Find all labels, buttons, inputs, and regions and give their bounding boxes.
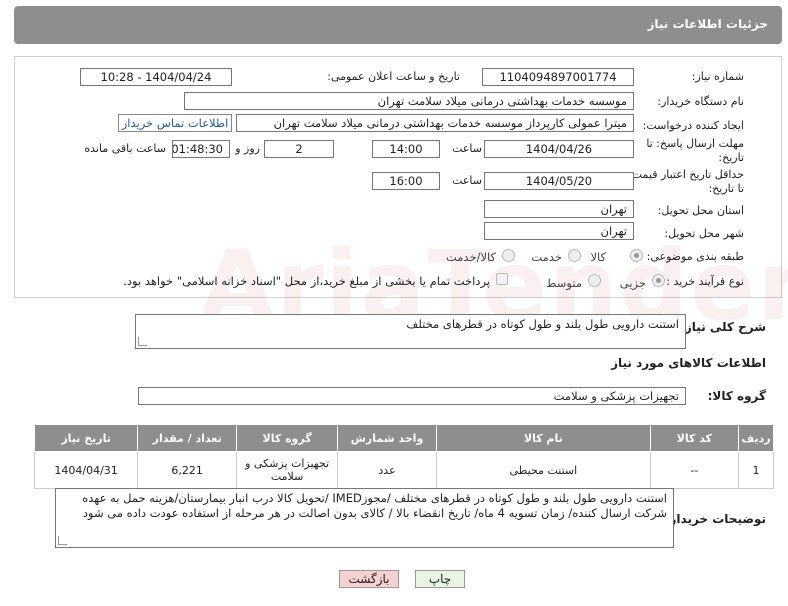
- city-field: تهران: [484, 222, 634, 240]
- cell-unit: عدد: [337, 451, 437, 489]
- price-validity-label: حداقل تاریخ اعتبار قیمت:: [628, 168, 744, 181]
- category-radio-both[interactable]: [502, 249, 515, 262]
- buyer-org-label: نام دستگاه خریدار:: [657, 95, 744, 108]
- goods-group-label: گروه کالا:: [707, 389, 766, 403]
- table-header-row: ردیف کد کالا نام کالا واحد شمارش گروه کا…: [33, 424, 775, 452]
- buyer-org-field: موسسه خدمات بهداشتی درمانی میلاد سلامت ت…: [184, 92, 634, 110]
- reply-deadline-label-date: تاریخ:: [718, 151, 744, 164]
- days-label: روز و: [235, 142, 260, 155]
- reply-time-label: ساعت: [452, 142, 482, 155]
- back-button[interactable]: بازگشت: [339, 570, 399, 588]
- buyer-notes-text: استنت دارویی طول بلند و طول کوتاه در قطر…: [82, 491, 667, 520]
- buyer-notes-field: استنت دارویی طول بلند و طول کوتاه در قطر…: [55, 488, 674, 548]
- requester-field: میترا عمولی کارپرداز موسسه خدمات بهداشتی…: [236, 114, 634, 132]
- treasury-checkbox[interactable]: [496, 273, 508, 285]
- col-header-group: گروه کالا: [236, 424, 339, 452]
- category-option-goods: کالا: [590, 250, 606, 264]
- treasury-note: پرداخت تمام یا بخشی از مبلغ خرید،از محل …: [123, 274, 490, 288]
- province-label: استان محل تحویل:: [657, 204, 744, 217]
- process-option-medium: متوسط: [545, 276, 582, 290]
- validity-time-field: 16:00: [372, 172, 440, 190]
- city-label: شهر محل تحویل:: [664, 227, 744, 240]
- process-radio-minor[interactable]: [652, 274, 665, 287]
- summary-text: استنت دارویی طول بلند و طول کوتاه در قطر…: [406, 317, 679, 331]
- remaining-time-field: 01:48:30: [172, 140, 230, 158]
- resize-handle[interactable]: [138, 337, 147, 346]
- process-label: نوع فرآیند خرید :: [666, 275, 744, 288]
- summary-label: شرح کلی نیاز:: [680, 320, 766, 334]
- page-title: جزئیات اطلاعات نیاز: [647, 17, 768, 31]
- cell-code: --: [649, 451, 739, 489]
- summary-field: استنت دارویی طول بلند و طول کوتاه در قطر…: [135, 314, 686, 349]
- buyer-notes-label: توضیحات خریدار:: [664, 512, 766, 526]
- need-number-label: شماره نیاز:: [691, 70, 744, 83]
- category-option-both: کالا/خدمت: [445, 250, 496, 264]
- province-field: تهران: [484, 200, 634, 218]
- col-header-name: نام کالا: [435, 424, 651, 452]
- validity-time-label: ساعت: [452, 174, 482, 187]
- items-table: ردیف کد کالا نام کالا واحد شمارش گروه کا…: [33, 424, 775, 489]
- col-header-code: کد کالا: [649, 424, 739, 452]
- process-option-minor: جزیی: [619, 276, 646, 290]
- category-radio-goods[interactable]: [630, 249, 643, 262]
- reply-deadline-label: مهلت ارسال پاسخ: تا: [646, 137, 744, 150]
- reply-time-field: 14:00: [372, 140, 440, 158]
- buyer-contact-link[interactable]: اطلاعات تماس خریدار: [118, 114, 232, 132]
- category-option-service: خدمت: [531, 250, 562, 264]
- requester-label: ایجاد کننده درخواست:: [642, 119, 744, 132]
- cell-row: 1: [737, 451, 775, 489]
- remaining-label: ساعت باقی مانده: [84, 142, 166, 155]
- goods-section-title: اطلاعات کالاهای مورد نیاز: [611, 356, 766, 370]
- process-radio-medium[interactable]: [588, 274, 601, 287]
- category-label: طبقه بندی موضوعی:: [646, 250, 744, 263]
- table-row: 1 -- استنت محیطی عدد تجهیزات پزشکی و سلا…: [33, 451, 775, 489]
- cell-group: تجهیزات پزشکی و سلامت: [236, 451, 339, 489]
- col-header-row: ردیف: [737, 424, 775, 452]
- resize-handle[interactable]: [58, 536, 67, 545]
- price-validity-label-date: تا تاریخ:: [708, 182, 744, 195]
- reply-date-field: 1404/04/26: [484, 140, 634, 158]
- need-number-field: 1104094897001774: [482, 68, 634, 86]
- col-header-qty: تعداد / مقدار: [137, 424, 238, 452]
- col-header-unit: واحد شمارش: [337, 424, 437, 452]
- announce-field: 1404/04/24 - 10:28: [80, 68, 232, 86]
- cell-date: 1404/04/31: [33, 451, 139, 489]
- validity-date-field: 1404/05/20: [484, 172, 634, 190]
- col-header-date: تاریخ نیاز: [33, 424, 139, 452]
- page-header: جزئیات اطلاعات نیاز: [14, 6, 782, 44]
- category-radio-service[interactable]: [568, 249, 581, 262]
- cell-qty: 6,221: [137, 451, 238, 489]
- days-field: 2: [264, 140, 334, 158]
- cell-name: استنت محیطی: [435, 451, 651, 489]
- print-button[interactable]: چاپ: [415, 570, 465, 588]
- goods-group-field: تجهیزات پزشکی و سلامت: [138, 387, 686, 405]
- announce-label: تاریخ و ساعت اعلان عمومی:: [327, 70, 460, 83]
